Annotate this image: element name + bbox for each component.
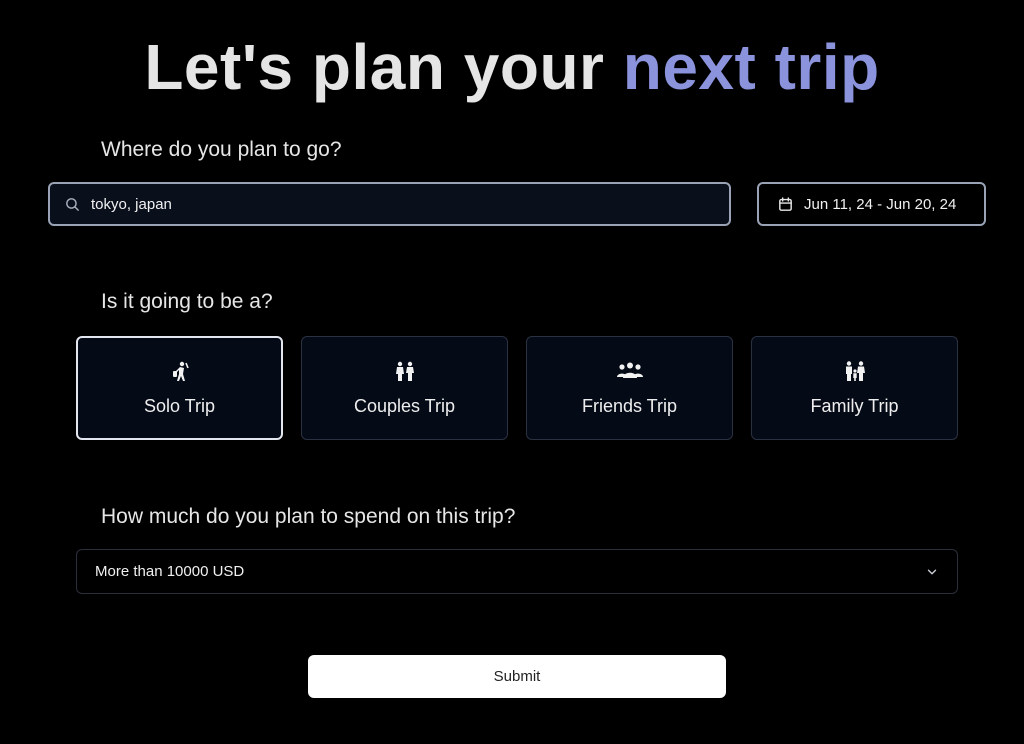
budget-select[interactable]: More than 10000 USD <box>76 549 958 594</box>
family-icon <box>843 360 867 384</box>
destination-question: Where do you plan to go? <box>101 138 342 161</box>
title-main: Let's plan your <box>144 31 605 103</box>
trip-type-question: Is it going to be a? <box>101 290 273 313</box>
date-range-label: Jun 11, 24 - Jun 20, 24 <box>804 195 957 213</box>
page-title: Let's plan your next trip <box>0 30 1024 104</box>
search-icon <box>66 197 79 211</box>
couple-icon <box>393 360 417 384</box>
trip-option-label: Solo Trip <box>143 395 216 416</box>
chevron-down-icon <box>927 569 937 574</box>
destination-input[interactable] <box>91 195 691 213</box>
submit-button[interactable]: Submit <box>308 655 726 698</box>
calendar-icon <box>779 196 792 211</box>
trip-option-family[interactable]: Family Trip <box>751 336 958 440</box>
budget-question: How much do you plan to spend on this tr… <box>101 505 516 528</box>
title-accent: next trip <box>622 31 880 103</box>
trip-option-solo[interactable]: Solo Trip <box>76 336 283 440</box>
date-range-picker-button[interactable]: Jun 11, 24 - Jun 20, 24 <box>757 182 986 226</box>
trip-option-label: Friends Trip <box>581 395 678 416</box>
trip-option-couples[interactable]: Couples Trip <box>301 336 508 440</box>
solo-traveler-icon <box>168 360 192 384</box>
trip-planner-page: Let's plan your next trip Where do you p… <box>0 0 1024 744</box>
trip-option-label: Family Trip <box>810 395 899 416</box>
trip-option-friends[interactable]: Friends Trip <box>526 336 733 440</box>
group-icon <box>616 360 644 384</box>
trip-option-label: Couples Trip <box>353 395 456 416</box>
budget-selected-value: More than 10000 USD <box>95 563 245 580</box>
destination-search-field[interactable] <box>48 182 731 226</box>
